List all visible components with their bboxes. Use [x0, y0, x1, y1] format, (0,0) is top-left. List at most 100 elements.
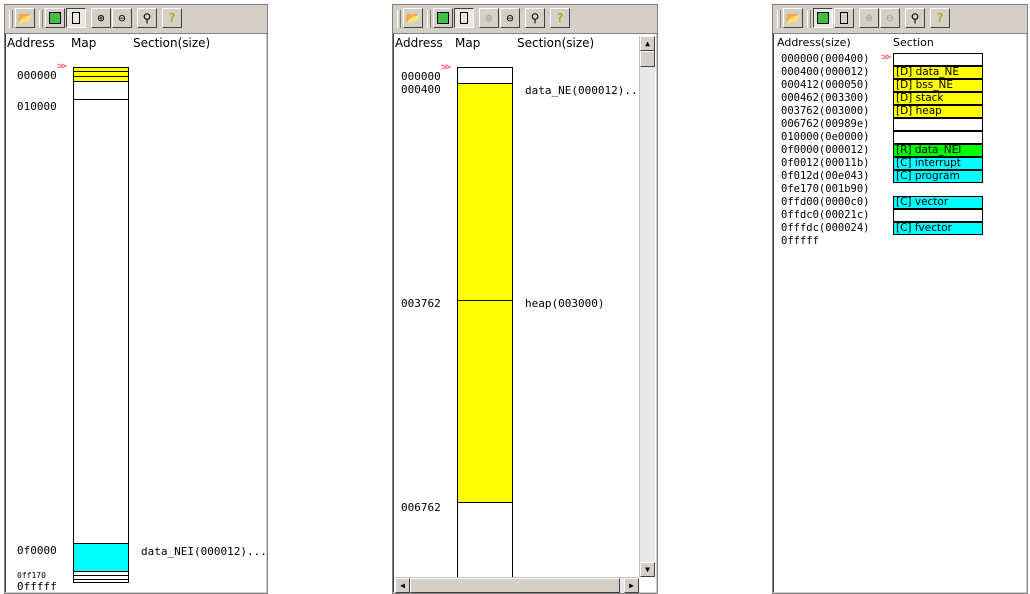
zoom-out-button[interactable]: ⊖	[880, 8, 900, 28]
open-icon: 📂	[405, 11, 421, 25]
section-entry[interactable]: [D] heap	[893, 105, 983, 118]
header-section: Section(size)	[517, 36, 595, 50]
zoom-out-icon: ⊖	[506, 11, 514, 25]
open-button[interactable]: 📂	[15, 8, 35, 28]
section-entry[interactable]: [C] vector	[893, 196, 983, 209]
toolbar-grip[interactable]	[9, 10, 13, 28]
map-block-empty[interactable]	[458, 68, 512, 84]
section-address-end: 0fffff	[781, 235, 819, 247]
scroll-thumb[interactable]	[410, 578, 620, 593]
help-icon: ?	[168, 11, 176, 25]
open-button[interactable]: 📂	[783, 8, 803, 28]
toolbar: 📂 ⊕ ⊖ ⚲ ?	[393, 5, 657, 34]
find-button[interactable]: ⚲	[137, 8, 157, 28]
map-view-icon	[49, 12, 61, 24]
address-label: 0f0000	[17, 544, 57, 557]
section-address: 000462(003300)	[781, 92, 870, 104]
section-address: 006762(00989e)	[781, 118, 870, 130]
map-block-code[interactable]	[74, 544, 128, 572]
scroll-down-button[interactable]: ▼	[640, 562, 655, 577]
find-icon: ⚲	[530, 11, 540, 25]
open-icon: 📂	[17, 11, 33, 25]
help-icon: ?	[556, 11, 564, 25]
current-position-marker: >>	[57, 61, 67, 72]
address-label-end: 0fffff	[17, 580, 57, 593]
map-block-heap[interactable]	[458, 301, 512, 503]
zoom-in-icon: ⊕	[97, 11, 105, 25]
memory-map-column[interactable]	[457, 67, 513, 581]
header-section: Section	[893, 36, 934, 49]
current-position-marker: >>	[441, 62, 451, 73]
address-label: 006762	[401, 501, 441, 514]
memory-map-column[interactable]	[73, 67, 129, 583]
section-entry[interactable]	[893, 131, 983, 144]
map-view-icon	[437, 12, 449, 24]
section-entry[interactable]: [D] bss_NE	[893, 79, 983, 92]
zoom-in-button[interactable]: ⊕	[479, 8, 499, 28]
section-entry[interactable]: [C] fvector	[893, 222, 983, 235]
list-view-button[interactable]	[66, 8, 86, 28]
section-entry[interactable]	[893, 118, 983, 131]
map-view-button[interactable]	[813, 8, 833, 28]
vertical-scrollbar[interactable]: ▲ ▼	[639, 36, 655, 577]
address-label: 000400	[401, 83, 441, 96]
section-list-panel: 📂 ⊕ ⊖ ⚲ ? Address(size) Section 000000(0…	[772, 4, 1028, 594]
address-label: 000000	[17, 69, 57, 82]
zoom-in-button[interactable]: ⊕	[91, 8, 111, 28]
header-map: Map	[71, 36, 97, 50]
horizontal-scrollbar[interactable]: ◀ ▶	[395, 577, 639, 593]
toolbar-grip[interactable]	[397, 10, 401, 28]
section-entry[interactable]: [D] data_NE	[893, 66, 983, 79]
address-label: 010000	[17, 100, 57, 113]
map-view-button[interactable]	[433, 8, 453, 28]
list-view-icon	[460, 12, 468, 24]
toolbar: 📂 ⊕ ⊖ ⚲ ?	[5, 5, 267, 34]
scroll-up-button[interactable]: ▲	[640, 36, 655, 51]
map-view-icon	[817, 12, 829, 24]
section-address: 000000(000400)	[781, 53, 870, 65]
toolbar-separator	[807, 10, 811, 28]
scroll-left-button[interactable]: ◀	[395, 578, 410, 593]
map-block-data[interactable]	[458, 84, 512, 301]
toolbar-separator	[427, 10, 431, 28]
toolbar-grip[interactable]	[777, 10, 781, 28]
find-button[interactable]: ⚲	[905, 8, 925, 28]
section-address: 000400(000012)	[781, 66, 870, 78]
section-label: heap(003000)	[525, 297, 605, 310]
help-button[interactable]: ?	[550, 8, 570, 28]
map-block-empty[interactable]	[74, 100, 128, 544]
section-address: 0f0000(000012)	[781, 144, 870, 156]
find-icon: ⚲	[142, 11, 152, 25]
zoom-out-button[interactable]: ⊖	[112, 8, 132, 28]
section-label: data_NE(000012)..	[525, 84, 638, 97]
help-button[interactable]: ?	[162, 8, 182, 28]
zoom-in-button[interactable]: ⊕	[859, 8, 879, 28]
section-entry[interactable]: [R] data_NEI	[893, 144, 983, 157]
find-icon: ⚲	[910, 11, 920, 25]
scroll-thumb[interactable]	[640, 51, 655, 67]
section-entry[interactable]: [C] interrupt	[893, 157, 983, 170]
section-entry[interactable]: [D] stack	[893, 92, 983, 105]
header-address: Address	[395, 36, 443, 50]
section-address: 0ffdc0(00021c)	[781, 209, 870, 221]
map-view-button[interactable]	[45, 8, 65, 28]
section-entry[interactable]	[893, 209, 983, 222]
section-address: 003762(003000)	[781, 105, 870, 117]
section-address: 0fe170(001b90)	[781, 183, 870, 195]
open-icon: 📂	[785, 11, 801, 25]
map-block-empty[interactable]	[74, 82, 128, 100]
section-entry[interactable]	[893, 53, 983, 66]
zoom-out-button[interactable]: ⊖	[500, 8, 520, 28]
help-button[interactable]: ?	[930, 8, 950, 28]
list-view-button[interactable]	[454, 8, 474, 28]
list-view-icon	[72, 12, 80, 24]
scroll-right-button[interactable]: ▶	[624, 578, 639, 593]
address-label: 003762	[401, 297, 441, 310]
find-button[interactable]: ⚲	[525, 8, 545, 28]
zoom-out-icon: ⊖	[118, 11, 126, 25]
list-view-button[interactable]	[834, 8, 854, 28]
map-block-fvector[interactable]	[74, 576, 128, 580]
zoom-in-icon: ⊕	[485, 11, 493, 25]
section-entry[interactable]: [C] program	[893, 170, 983, 183]
open-button[interactable]: 📂	[403, 8, 423, 28]
